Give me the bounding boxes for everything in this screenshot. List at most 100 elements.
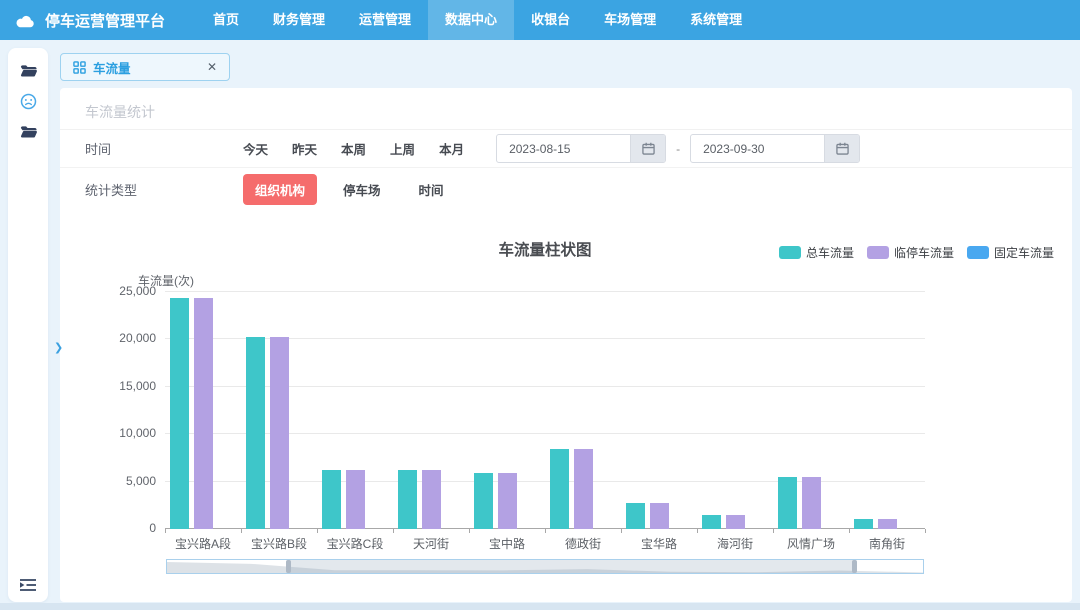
bar-临停车流量 [346, 470, 365, 529]
nav-item-7[interactable]: 系统管理 [673, 0, 759, 40]
date-end-input[interactable]: 2023-09-30 [690, 134, 860, 163]
calendar-icon[interactable] [824, 135, 859, 162]
footer-strip [0, 603, 1080, 610]
bar-group-1 [165, 292, 241, 529]
datazoom-slider[interactable] [166, 559, 924, 574]
legend-label: 固定车流量 [994, 244, 1054, 261]
bar-group-3 [317, 292, 393, 529]
top-navbar: 停车运营管理平台 首页财务管理运营管理数据中心收银台车场管理系统管理 [0, 0, 1080, 40]
bar-临停车流量 [422, 470, 441, 529]
date-start-value: 2023-08-15 [497, 142, 630, 156]
x-axis-tick [165, 529, 166, 533]
legend-swatch [867, 246, 889, 259]
bar-group-6 [545, 292, 621, 529]
calendar-icon[interactable] [630, 135, 665, 162]
panel-collapse-handle[interactable]: ❯ [54, 341, 63, 354]
folder-icon[interactable] [20, 125, 37, 139]
x-axis-tick [773, 529, 774, 533]
x-axis-tick [393, 529, 394, 533]
chart-block: 车流量柱状图 总车流量临停车流量固定车流量 车流量(次) 05,00010,00… [60, 210, 1072, 602]
quick-option-1[interactable]: 今天 [243, 139, 268, 158]
nav-item-3[interactable]: 运营管理 [342, 0, 428, 40]
type-option-3[interactable]: 时间 [407, 174, 456, 205]
legend-item-1[interactable]: 总车流量 [779, 244, 854, 261]
main-card: 车流量统计 时间 今天昨天本周上周本月 2023-08-15 - 2023-09… [60, 88, 1072, 602]
bar-总车流量 [702, 515, 721, 529]
quick-option-4[interactable]: 上周 [390, 139, 415, 158]
nav-item-1[interactable]: 首页 [196, 0, 256, 40]
bars-row [165, 292, 925, 529]
type-filter-row: 统计类型 组织机构停车场时间 [60, 168, 1072, 210]
datazoom-right-handle[interactable] [852, 560, 857, 573]
bar-总车流量 [398, 470, 417, 529]
x-axis-tick [241, 529, 242, 533]
bar-group-2 [241, 292, 317, 529]
x-category-label: 海河街 [697, 535, 773, 552]
date-start-input[interactable]: 2023-08-15 [496, 134, 666, 163]
y-tick-label: 20,000 [119, 331, 156, 345]
x-axis-labels: 宝兴路A段宝兴路B段宝兴路C段天河街宝中路德政街宝华路海河街风情广场南角街 [165, 535, 925, 552]
y-tick-label: 10,000 [119, 426, 156, 440]
bar-临停车流量 [878, 519, 897, 529]
legend-item-2[interactable]: 临停车流量 [867, 244, 954, 261]
legend-swatch [967, 246, 989, 259]
x-category-label: 宝兴路C段 [317, 535, 393, 552]
folder-icon[interactable] [20, 64, 37, 78]
time-label: 时间 [85, 139, 243, 158]
bar-总车流量 [778, 477, 797, 529]
quick-option-3[interactable]: 本周 [341, 139, 366, 158]
nav-item-4[interactable]: 数据中心 [428, 0, 514, 40]
legend-label: 总车流量 [806, 244, 854, 261]
app-window: 停车运营管理平台 首页财务管理运营管理数据中心收银台车场管理系统管理 ❯ 车流量… [0, 0, 1080, 610]
grid-icon [73, 61, 86, 74]
tabbar: 车流量 ✕ [60, 53, 230, 81]
bar-总车流量 [550, 449, 569, 529]
bar-临停车流量 [194, 298, 213, 529]
face-icon[interactable] [20, 93, 37, 110]
bar-临停车流量 [498, 473, 517, 529]
x-category-label: 德政街 [545, 535, 621, 552]
tab-traffic-flow[interactable]: 车流量 ✕ [60, 53, 230, 81]
bar-group-4 [393, 292, 469, 529]
nav-items: 首页财务管理运营管理数据中心收银台车场管理系统管理 [196, 0, 759, 40]
bar-总车流量 [854, 519, 873, 529]
bar-临停车流量 [270, 337, 289, 529]
bar-总车流量 [474, 473, 493, 529]
time-filter-row: 时间 今天 昨天 本周 上周 本月 2023-08-15 - 2023-09-30 [60, 130, 1072, 168]
nav-item-5[interactable]: 收银台 [514, 0, 587, 40]
chart-legend: 总车流量临停车流量 固定车流量 [779, 244, 1054, 261]
x-category-label: 天河街 [393, 535, 469, 552]
type-option-2[interactable]: 停车场 [331, 174, 393, 205]
y-tick-label: 0 [149, 521, 156, 535]
datazoom-window[interactable] [288, 560, 855, 573]
tab-label: 车流量 [93, 58, 131, 77]
y-tick-label: 25,000 [119, 284, 156, 298]
x-category-label: 宝中路 [469, 535, 545, 552]
nav-item-2[interactable]: 财务管理 [256, 0, 342, 40]
quick-option-5[interactable]: 本月 [439, 139, 464, 158]
type-option-1[interactable]: 组织机构 [243, 174, 317, 205]
nav-item-6[interactable]: 车场管理 [587, 0, 673, 40]
tab-close-icon[interactable]: ✕ [207, 60, 217, 74]
bar-group-9 [773, 292, 849, 529]
y-tick-label: 5,000 [126, 474, 156, 488]
x-category-label: 南角街 [849, 535, 925, 552]
legend-swatch [779, 246, 801, 259]
menu-unfold-icon[interactable] [20, 578, 36, 592]
date-separator: - [676, 142, 680, 156]
type-label: 统计类型 [85, 180, 243, 199]
bar-总车流量 [246, 337, 265, 529]
type-options: 组织机构停车场时间 [243, 174, 470, 205]
legend-item-3[interactable]: 固定车流量 [967, 244, 1054, 261]
datazoom-left-handle[interactable] [286, 560, 291, 573]
quick-option-2[interactable]: 昨天 [292, 139, 317, 158]
x-category-label: 宝华路 [621, 535, 697, 552]
left-sidebar [8, 48, 48, 602]
bar-总车流量 [322, 470, 341, 529]
x-axis-tick [925, 529, 926, 533]
x-category-label: 宝兴路A段 [165, 535, 241, 552]
bar-总车流量 [626, 503, 645, 529]
x-axis-tick [849, 529, 850, 533]
x-axis-tick [545, 529, 546, 533]
x-category-label: 宝兴路B段 [241, 535, 317, 552]
